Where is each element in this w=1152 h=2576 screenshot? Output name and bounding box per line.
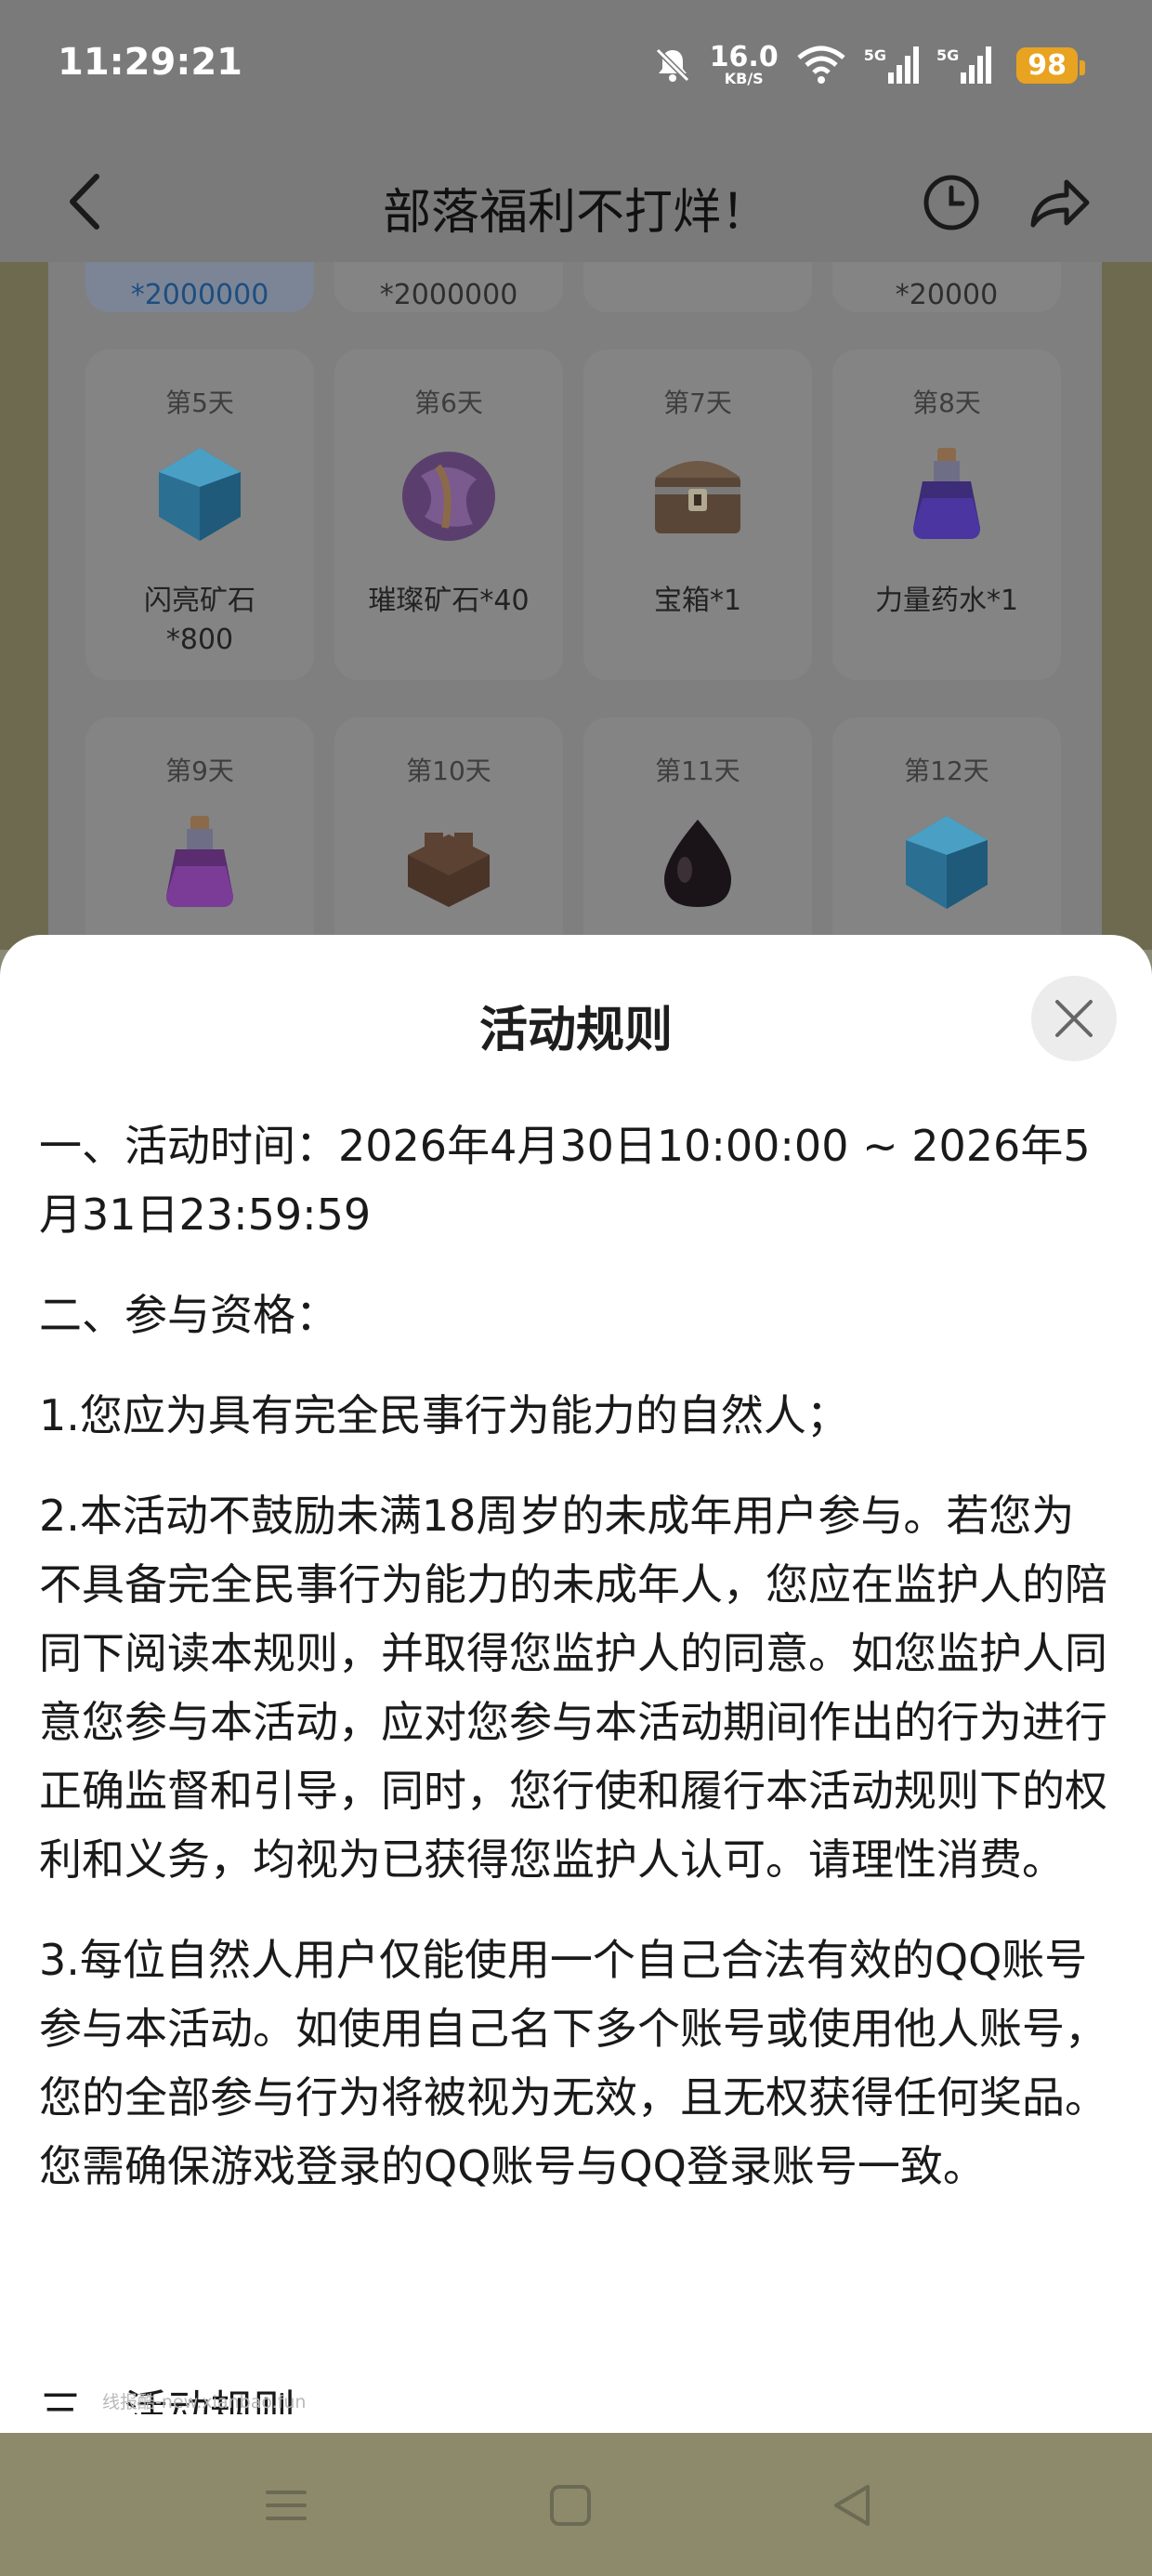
power-potion-icon [913,448,980,539]
share-arrow-icon[interactable] [1026,173,1093,232]
chocolate-block-icon [408,833,490,907]
signal-5g-1-label: 5G [863,46,886,64]
reward-name: 宝箱*1 [653,585,742,617]
dark-elixir-drop-icon [664,820,731,907]
modal-title: 活动规则 [478,1003,673,1058]
treasure-chest-icon [655,461,740,533]
reward-day: 第8天 [912,388,981,418]
close-icon [1055,1000,1093,1037]
reward-card-day8[interactable]: 第8天 力量药水*1 [832,349,1061,680]
reward-day: 第10天 [406,756,491,786]
wifi-icon [797,46,845,84]
status-icons: 16.0 KB/S 5G 5G 98 [652,37,1085,93]
reward-card-day9[interactable]: 第9天 [85,717,314,950]
reward-card: *2000000 [85,262,314,312]
reward-day: 第9天 [165,756,234,786]
rule-paragraph: 一、活动时间：2026年4月30日10:00:00 ~ 2026年5月31日23… [39,1121,1091,1240]
reward-card-day11[interactable]: 第11天 [583,717,812,950]
reward-grid: *2000000 *2000000 *20000 第5天 闪亮矿石 *800 第… [48,262,1102,950]
reward-amount: *2000000 [130,279,269,311]
reward-name: 力量药水*1 [874,585,1019,617]
reward-day: 第7天 [663,388,732,418]
signal-5g-2-label: 5G [936,46,960,64]
reward-card-day7[interactable]: 第7天 宝箱*1 [583,349,812,680]
signal-5g-2: 5G [936,46,992,84]
reward-amount: *20000 [895,279,999,311]
network-speed: 16.0 KB/S [710,44,779,86]
elixir-potion-icon [166,816,233,907]
reward-day: 第5天 [165,388,234,418]
reward-card: *20000 [832,262,1061,312]
square-icon[interactable] [544,2479,596,2531]
background-page: *2000000 *2000000 *20000 第5天 闪亮矿石 *800 第… [0,262,1152,950]
reward-card-day5[interactable]: 第5天 闪亮矿石 *800 [85,349,314,680]
triangle-back-icon[interactable] [827,2479,879,2531]
reward-amount: *2000000 [379,279,518,311]
status-bar: 11:29:21 16.0 KB/S 5G 5G 98 [0,0,1152,139]
reward-day: 第11天 [655,756,740,786]
rule-paragraph: 2.本活动不鼓励未满18周岁的未成年用户参与。若您为不具备完全民事行为能力的未成… [39,1491,1107,1885]
rule-paragraph: 1.您应为具有完全民事行为能力的自然人； [39,1390,849,1440]
signal-bars-icon [887,46,919,84]
signal-bars-icon [961,46,992,84]
watermark: 线报酷-new.xianbao.fun [102,2392,307,2412]
shiny-ore-icon [906,816,988,909]
reward-name: 璀璨矿石*40 [368,585,530,617]
rule-paragraph: 二、参与资格： [39,1290,338,1340]
shiny-ore-icon [159,448,241,541]
system-nav-bar [0,2433,1152,2576]
network-speed-value: 16.0 [709,41,779,73]
close-button[interactable] [1031,976,1117,1061]
mute-bell-icon [655,47,689,83]
reward-day: 第12天 [904,756,989,786]
clock-icon[interactable] [922,173,981,232]
rules-content: 一、活动时间：2026年4月30日10:00:00 ~ 2026年5月31日23… [39,1111,1117,2232]
page-header: 部落福利不打烊！ [0,139,1152,262]
signal-5g-1: 5G [864,46,920,84]
reward-card-day10[interactable]: 第10天 [334,717,563,950]
reward-card-day6[interactable]: 第6天 璀璨矿石*40 [334,349,563,680]
network-speed-unit: KB/S [724,70,764,87]
battery-indicator: 98 [1016,46,1085,84]
rules-modal: 活动规则 一、活动时间：2026年4月30日10:00:00 ~ 2026年5月… [0,935,1152,2433]
reward-card-day12[interactable]: 第12天 [832,717,1061,950]
reward-day: 第6天 [414,388,483,418]
reward-name: 闪亮矿石 *800 [144,585,255,656]
status-time: 11:29:21 [58,41,242,84]
reward-card: *2000000 [334,262,563,312]
menu-icon[interactable] [260,2479,312,2531]
rule-paragraph: 3.每位自然人用户仅能使用一个自己合法有效的QQ账号参与本活动。如使用自己名下多… [39,1935,1107,2191]
reward-card [583,262,812,312]
dazzling-ore-icon [402,452,495,541]
